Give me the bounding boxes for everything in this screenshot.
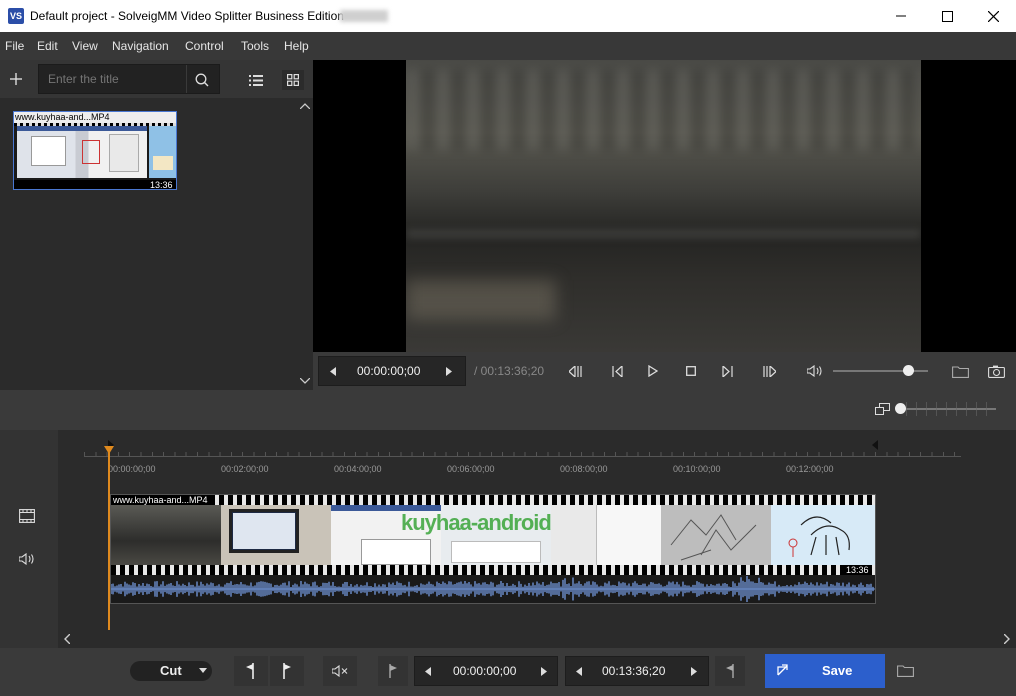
filmstrip-frame [771,505,875,565]
clip-perforation-top [111,495,875,505]
clip-duration: 13:36 [844,565,871,575]
video-track[interactable]: kuyhaa-android19 [111,505,875,565]
volume-icon[interactable] [804,362,826,380]
start-time-increase-icon[interactable] [535,662,553,680]
filmstrip-frame [111,505,221,565]
clip-title: www.kuyhaa-and...MP4 [111,495,210,505]
end-time[interactable]: 00:13:36;20 [602,664,665,678]
thumbnail-duration: 13:36 [150,180,173,190]
list-view-icon[interactable] [245,70,267,90]
go-to-start-marker-icon[interactable] [378,656,408,686]
next-frame-icon[interactable] [717,362,737,380]
media-library-panel [0,60,313,390]
scroll-down-icon[interactable] [298,375,312,387]
add-file-icon[interactable] [6,69,26,89]
thumbnail-title: www.kuyhaa-and...MP4 [14,112,176,123]
audio-track[interactable] [111,575,875,603]
time-increase-icon[interactable] [440,362,458,380]
menu-control[interactable]: Control [185,39,224,53]
menu-navigation[interactable]: Navigation [112,39,169,53]
search-icon[interactable] [192,70,212,90]
snapshot-camera-icon[interactable] [985,362,1007,380]
app-logo-icon: VS [8,8,24,24]
scroll-left-icon[interactable] [60,632,74,646]
minimize-icon[interactable] [878,0,924,32]
tick-label: 00:08:00;00 [560,464,608,474]
save-arrow-icon [774,662,790,678]
track-header-column [0,430,58,648]
tick-label: 00:04:00;00 [334,464,382,474]
start-time[interactable]: 00:00:00;00 [453,664,516,678]
end-time-increase-icon[interactable] [685,662,703,680]
tick-label: 00:10:00;00 [673,464,721,474]
window-title: Default project - SolveigMM Video Splitt… [30,9,344,23]
filmstrip-frame: kuyhaa-android19 [401,505,574,565]
output-folder-icon[interactable] [894,659,916,681]
search-divider [186,65,187,93]
filmstrip-frame [661,505,771,565]
tick-label: 00:00:00;00 [108,464,156,474]
timeline-ruler[interactable] [58,430,1016,485]
stop-icon[interactable] [681,362,701,380]
menu-help[interactable]: Help [284,39,309,53]
scroll-right-icon[interactable] [1000,632,1014,646]
volume-slider-knob[interactable] [903,365,915,376]
mode-select-value: Cut [160,663,182,678]
audio-track-icon[interactable] [16,549,38,569]
menu-view[interactable]: View [72,39,98,53]
maximize-icon[interactable] [924,0,970,32]
tick-label: 00:06:00;00 [447,464,495,474]
current-time[interactable]: 00:00:00;00 [357,364,420,378]
filmstrip-frame [221,505,331,565]
playhead[interactable] [108,446,110,630]
video-frame[interactable] [406,60,921,352]
total-duration: / 00:13:36;20 [474,364,545,378]
filmstrip-frame [551,505,661,565]
library-scrollbar[interactable] [297,98,313,390]
go-to-start-icon[interactable] [565,362,585,380]
thumbnail-frame-drawing [149,126,176,178]
zoom-fit-icon[interactable] [873,401,891,417]
previous-frame-icon[interactable] [607,362,627,380]
zoom-slider-knob[interactable] [895,403,906,414]
clip-watermark: kuyhaa-android19 [401,510,574,535]
search-input[interactable] [48,71,178,87]
grid-view-icon[interactable] [282,70,304,90]
set-end-marker-button[interactable] [270,656,304,686]
tick-label: 00:12:00;00 [786,464,834,474]
menu-tools[interactable]: Tools [241,39,269,53]
ruler-minor-ticks [84,452,961,457]
mute-segment-button[interactable] [323,656,357,686]
clip-perforation-bottom [111,565,875,575]
zoom-slider-ticks [897,402,996,416]
set-start-marker-button[interactable] [234,656,268,686]
go-to-end-icon[interactable] [759,362,779,380]
timeline-scrollbar[interactable] [58,631,1016,647]
open-folder-icon[interactable] [949,362,971,380]
end-time-decrease-icon[interactable] [570,662,588,680]
time-decrease-icon[interactable] [324,362,342,380]
video-track-icon[interactable] [16,506,38,526]
media-thumbnail[interactable]: www.kuyhaa-and...MP4 13:36 [13,111,177,190]
play-icon[interactable] [643,362,663,380]
tick-label: 00:02:00;00 [221,464,269,474]
start-time-decrease-icon[interactable] [419,662,437,680]
menu-edit[interactable]: Edit [37,39,58,53]
thumbnail-frame-screen [17,126,147,178]
edition-label-blurred [340,10,388,22]
timeline-zoom-bar [0,390,1016,430]
menu-file[interactable]: File [5,39,24,53]
close-icon[interactable] [970,0,1016,32]
scroll-up-icon[interactable] [298,100,312,112]
go-to-end-marker-icon[interactable] [715,656,745,686]
save-label: Save [822,663,853,678]
